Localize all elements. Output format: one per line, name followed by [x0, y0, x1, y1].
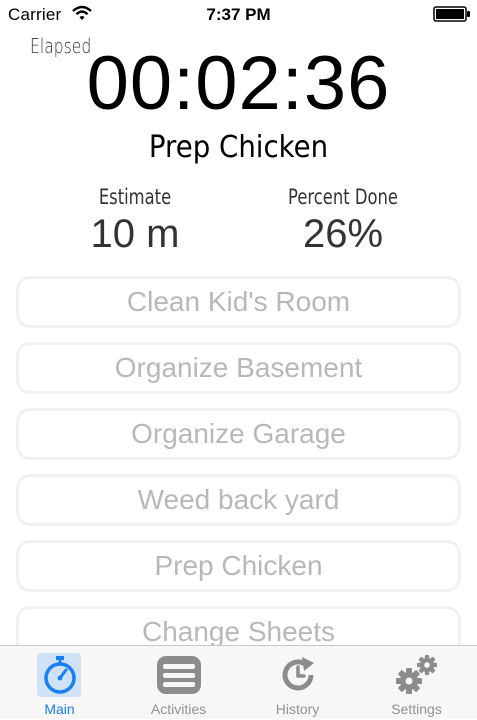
battery-icon — [433, 6, 470, 22]
status-time: 7:37 PM — [206, 5, 271, 24]
status-bar: Carrier 7:37 PM — [0, 0, 477, 30]
stopwatch-icon — [43, 656, 76, 694]
activity-button[interactable]: Organize Garage — [16, 408, 461, 460]
tab-label: Settings — [391, 701, 442, 717]
percent-done-value: 26% — [302, 212, 384, 256]
tab-settings[interactable]: Settings — [357, 646, 476, 720]
tab-label: History — [275, 701, 320, 717]
activity-button[interactable]: Organize Basement — [16, 342, 461, 394]
estimate-label: Estimate — [98, 185, 172, 209]
history-icon — [282, 657, 314, 691]
elapsed-time: 00:02:36 — [86, 41, 391, 126]
estimate-value: 10 m — [90, 212, 180, 256]
list-icon — [156, 656, 201, 694]
tab-bar: Main Activities History Settings — [0, 645, 477, 719]
current-task-title: Prep Chicken — [148, 130, 329, 165]
activity-button[interactable]: Clean Kid's Room — [16, 276, 461, 328]
activity-button[interactable]: Weed back yard — [16, 474, 461, 526]
gears-icon — [395, 655, 437, 694]
tab-main[interactable]: Main — [0, 646, 119, 720]
tab-label: Main — [44, 701, 75, 717]
tab-label: Activities — [150, 701, 207, 717]
percent-done-label: Percent Done — [288, 185, 398, 209]
activity-button[interactable]: Prep Chicken — [16, 540, 461, 592]
tab-activities[interactable]: Activities — [119, 646, 238, 720]
tab-history[interactable]: History — [238, 646, 357, 720]
